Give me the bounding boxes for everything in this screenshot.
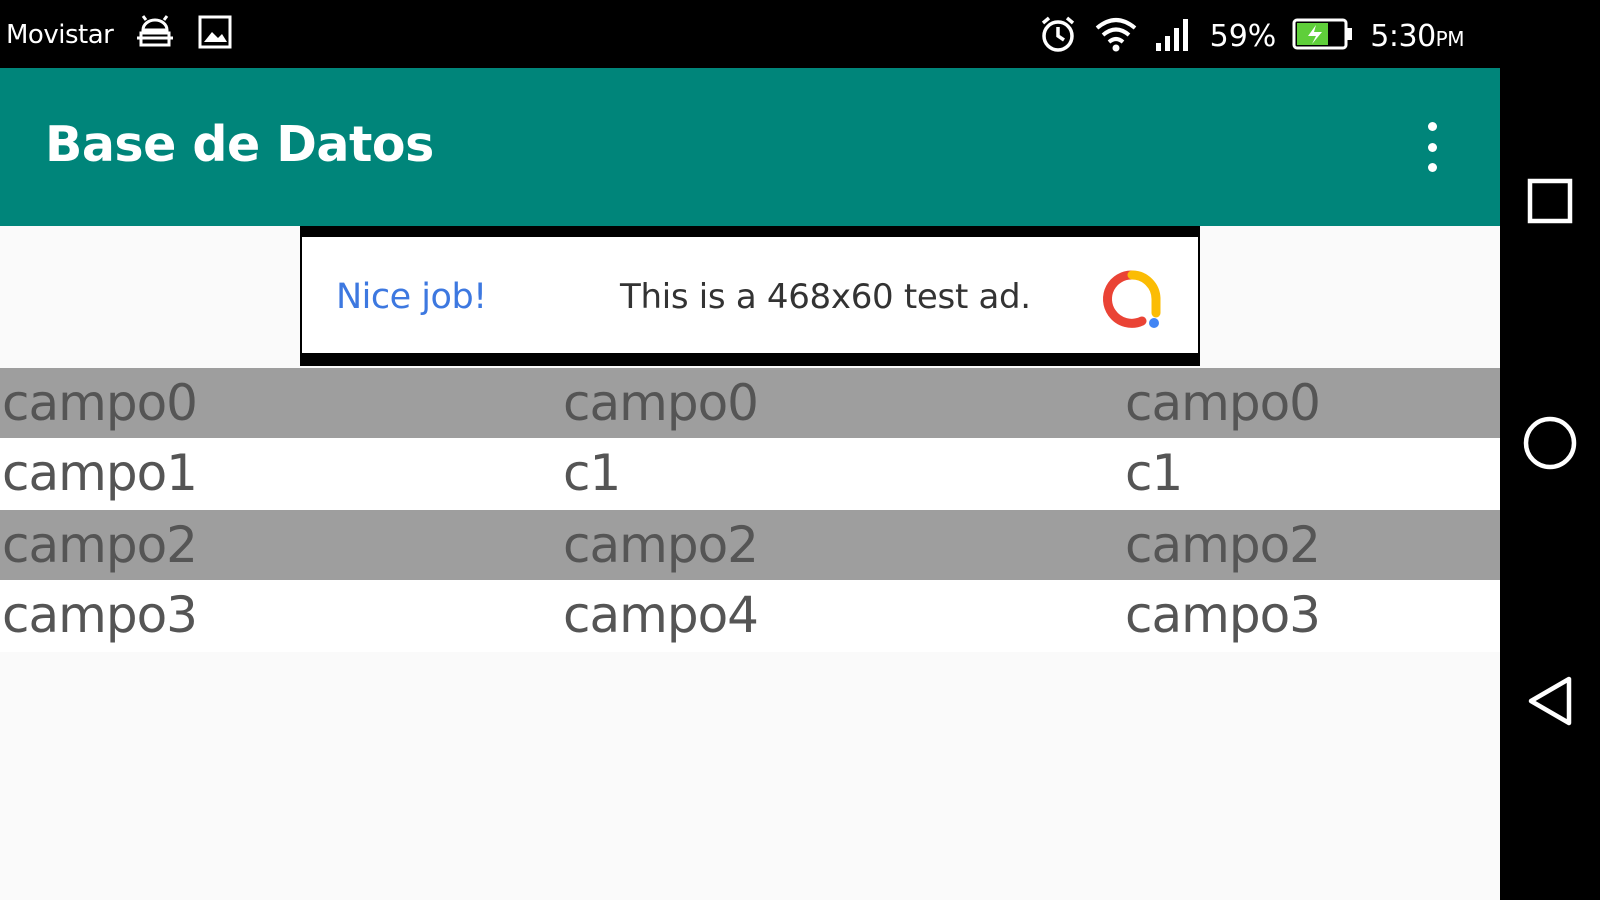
table-cell: campo3	[1125, 586, 1321, 644]
main-content: Nice job! This is a 468x60 test ad. camp…	[0, 226, 1500, 900]
navigation-bar	[1500, 0, 1600, 900]
status-bar: Movistar 59% 5:30PM	[0, 0, 1500, 68]
table-cell: campo0	[2, 374, 198, 432]
ad-headline: Nice job!	[336, 277, 487, 317]
overflow-dot	[1427, 163, 1437, 172]
alarm-icon	[1038, 14, 1078, 59]
ad-banner-body[interactable]: Nice job! This is a 468x60 test ad.	[302, 237, 1198, 353]
overflow-dot	[1427, 142, 1437, 152]
table-cell: campo2	[2, 516, 198, 574]
clock-time: 5:30	[1370, 19, 1436, 54]
table-row[interactable]: campo2 campo2 campo2	[0, 510, 1500, 580]
app-bar: Base de Datos	[0, 68, 1500, 226]
android-debug-icon	[135, 14, 175, 55]
table-cell: c1	[1125, 444, 1183, 502]
home-circle-icon[interactable]	[1500, 415, 1600, 471]
battery-charging-icon	[1292, 16, 1354, 57]
table-cell: campo0	[563, 374, 759, 432]
page-title: Base de Datos	[45, 116, 434, 173]
carrier-label: Movistar	[6, 19, 114, 50]
table-cell: campo2	[1125, 516, 1321, 574]
ad-body-text: This is a 468x60 test ad.	[620, 277, 1031, 317]
table-cell: campo1	[2, 444, 198, 502]
ad-choices-logo[interactable]	[1102, 269, 1162, 329]
ad-banner[interactable]: Nice job! This is a 468x60 test ad.	[300, 226, 1200, 366]
table-row[interactable]: campo3 campo4 campo3	[0, 580, 1500, 652]
battery-percent: 59%	[1209, 19, 1277, 54]
table-cell: campo2	[563, 516, 759, 574]
table-row[interactable]: campo0 campo0 campo0	[0, 368, 1500, 438]
table-row[interactable]: campo1 c1 c1	[0, 438, 1500, 510]
table-cell: campo4	[563, 586, 759, 644]
clock-suffix: PM	[1435, 27, 1465, 51]
wifi-icon	[1094, 14, 1138, 59]
clock: 5:30PM	[1370, 19, 1464, 54]
data-table: campo0 campo0 campo0 campo1 c1 c1 campo2…	[0, 368, 1500, 652]
table-cell: campo3	[2, 586, 198, 644]
more-vert-icon[interactable]	[1422, 122, 1442, 172]
signal-icon	[1154, 15, 1194, 58]
image-icon	[197, 14, 233, 55]
back-triangle-icon[interactable]	[1500, 675, 1600, 727]
overflow-dot	[1427, 122, 1437, 131]
recents-square-icon[interactable]	[1500, 178, 1600, 224]
table-cell: campo0	[1125, 374, 1321, 432]
table-cell: c1	[563, 444, 621, 502]
